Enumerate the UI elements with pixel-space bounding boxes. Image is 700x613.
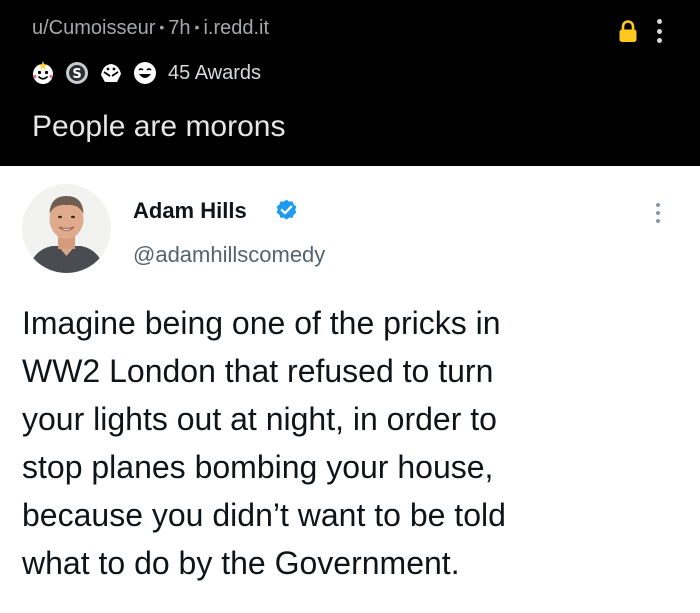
tweet-text-line: WW2 London that refused to turn <box>22 353 494 389</box>
awards-count: 45 Awards <box>168 61 262 84</box>
verified-badge-icon <box>276 199 297 220</box>
lock-icon <box>619 20 637 42</box>
tweet-author-name[interactable]: Adam Hills <box>133 198 247 224</box>
svg-text:S: S <box>72 67 81 82</box>
post-meta: u/Cumoisseur • 7h • i.redd.it <box>32 17 269 40</box>
separator-dot: • <box>159 19 165 35</box>
avatar[interactable] <box>22 184 111 273</box>
tweet-text-line: what to do by the Government. <box>22 545 460 581</box>
reddit-post-header: u/Cumoisseur • 7h • i.redd.it S 45 Award… <box>0 0 700 166</box>
tweet-text-line: Imagine being one of the pricks in <box>22 305 501 341</box>
tweet-overflow-menu-icon[interactable] <box>650 200 666 226</box>
hugz-award-icon <box>101 64 121 82</box>
laughing-award-icon <box>134 62 156 84</box>
tweet-author-handle[interactable]: @adamhillscomedy <box>133 242 325 268</box>
silver-award-icon: S <box>66 62 88 84</box>
awards-row[interactable]: S 45 Awards <box>30 58 261 88</box>
tweet-text-line: because you didn’t want to be told <box>22 497 506 533</box>
post-overflow-menu-icon[interactable] <box>648 16 670 46</box>
wholesome-award-icon <box>33 61 53 84</box>
post-age: 7h <box>168 17 191 39</box>
post-domain-link[interactable]: i.redd.it <box>203 17 269 39</box>
tweet-text: Imagine being one of the pricks in WW2 L… <box>22 299 682 587</box>
tweet-card: Adam Hills @adamhillscomedy Imagine bein… <box>0 166 700 613</box>
post-author-link[interactable]: u/Cumoisseur <box>32 17 155 39</box>
separator-dot: • <box>194 19 200 35</box>
post-title[interactable]: People are morons <box>32 110 285 144</box>
tweet-text-line: stop planes bombing your house, <box>22 449 494 485</box>
tweet-text-line: your lights out at night, in order to <box>22 401 497 437</box>
